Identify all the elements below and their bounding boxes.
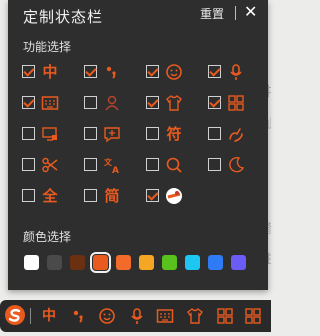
panel-title: 定制状态栏 (23, 8, 104, 26)
grid-icon[interactable] (214, 305, 236, 327)
function-row: 中 (22, 62, 268, 93)
function-item-account[interactable] (84, 93, 144, 115)
microphone-icon[interactable] (126, 305, 148, 327)
function-item-simplified[interactable]: 简 (84, 186, 144, 208)
function-item-quick-phrase[interactable] (84, 124, 144, 146)
symbols-icon: 符 (166, 125, 182, 143)
color-swatch[interactable] (208, 255, 223, 270)
function-grid: 中符文A全简 (22, 62, 268, 217)
color-swatches (24, 252, 254, 273)
svg-text:A: A (112, 166, 119, 174)
function-item-emoji[interactable] (146, 62, 206, 84)
checkbox[interactable] (208, 96, 221, 109)
function-item-handwriting[interactable] (208, 124, 268, 146)
hand-icon (225, 123, 247, 145)
function-item-chinese-mode[interactable]: 中 (22, 62, 82, 84)
status-bar-preview: 中 (0, 300, 271, 332)
function-section-label: 功能选择 (23, 40, 72, 54)
color-swatch[interactable] (139, 255, 154, 270)
checkbox[interactable] (84, 96, 97, 109)
smiley-icon[interactable] (96, 305, 118, 327)
checkbox[interactable] (208, 127, 221, 140)
shirt-icon (163, 92, 185, 114)
chinese-mode-icon: 中 (42, 63, 58, 81)
microphone-icon (225, 61, 247, 83)
function-row: 全简 (22, 186, 268, 217)
simplified-icon: 简 (104, 187, 120, 205)
sogou-logo-icon (163, 185, 185, 207)
checkbox[interactable] (146, 189, 159, 202)
grid-icon (225, 92, 247, 114)
function-item-toolbox[interactable] (208, 93, 268, 115)
status-bar-divider (30, 308, 31, 324)
grid-icon[interactable] (242, 305, 264, 327)
punctuation-icon[interactable] (68, 305, 90, 327)
checkbox[interactable] (146, 65, 159, 78)
function-row (22, 93, 268, 124)
function-item-sogou-logo[interactable] (146, 186, 206, 208)
sogou-logo-icon[interactable] (4, 304, 26, 326)
keyboard-icon[interactable] (154, 305, 176, 327)
color-swatch[interactable] (231, 255, 246, 270)
function-item-full-width[interactable]: 全 (22, 186, 82, 208)
color-swatch[interactable] (24, 255, 39, 270)
color-section-label: 颜色选择 (23, 230, 72, 244)
color-swatch[interactable] (47, 255, 62, 270)
search-icon (163, 154, 185, 176)
user-icon (101, 92, 123, 114)
keyboard-icon (39, 92, 61, 114)
checkbox[interactable] (146, 96, 159, 109)
function-item-search[interactable] (146, 155, 206, 177)
moon-icon (225, 154, 247, 176)
punctuation-icon (101, 61, 123, 83)
message-icon (101, 123, 123, 145)
function-item-punctuation[interactable] (84, 62, 144, 84)
checkbox[interactable] (22, 127, 35, 140)
checkbox[interactable] (146, 158, 159, 171)
checkbox[interactable] (146, 127, 159, 140)
checkbox[interactable] (84, 65, 97, 78)
full-width-icon: 全 (42, 187, 58, 205)
checkbox[interactable] (84, 158, 97, 171)
panel-header: 定制状态栏 重置 ✕ (8, 0, 268, 28)
function-row: 符 (22, 124, 268, 155)
checkbox[interactable] (22, 96, 35, 109)
function-item-symbols[interactable]: 符 (146, 124, 206, 146)
scissors-icon (39, 154, 61, 176)
color-swatch[interactable] (116, 255, 131, 270)
reset-button[interactable]: 重置 (200, 5, 224, 22)
close-button[interactable]: ✕ (244, 2, 257, 21)
function-item-voice[interactable] (208, 62, 268, 84)
function-item-skin[interactable] (146, 93, 206, 115)
function-row: 文A (22, 155, 268, 186)
color-swatch[interactable] (162, 255, 177, 270)
checkbox[interactable] (208, 158, 221, 171)
function-item-night-mode[interactable] (208, 155, 268, 177)
function-item-clipboard[interactable] (22, 155, 82, 177)
checkbox[interactable] (22, 65, 35, 78)
checkbox[interactable] (84, 127, 97, 140)
smiley-icon (163, 61, 185, 83)
checkbox[interactable] (22, 158, 35, 171)
checkbox[interactable] (22, 189, 35, 202)
color-swatch[interactable] (70, 255, 85, 270)
function-item-keyboard[interactable] (22, 93, 82, 115)
function-item-screen-capture[interactable] (22, 124, 82, 146)
color-swatch[interactable] (185, 255, 200, 270)
shirt-icon[interactable] (184, 305, 206, 327)
header-divider (235, 6, 236, 20)
translate-icon: 文A (101, 154, 123, 176)
customize-status-bar-panel: 定制状态栏 重置 ✕ 功能选择 中符文A全简 颜色选择 (8, 0, 268, 290)
checkbox[interactable] (208, 65, 221, 78)
chinese-mode-icon[interactable]: 中 (38, 305, 60, 327)
screen-icon (39, 123, 61, 145)
color-swatch[interactable] (90, 252, 111, 273)
function-item-translate[interactable]: 文A (84, 155, 144, 177)
checkbox[interactable] (84, 189, 97, 202)
